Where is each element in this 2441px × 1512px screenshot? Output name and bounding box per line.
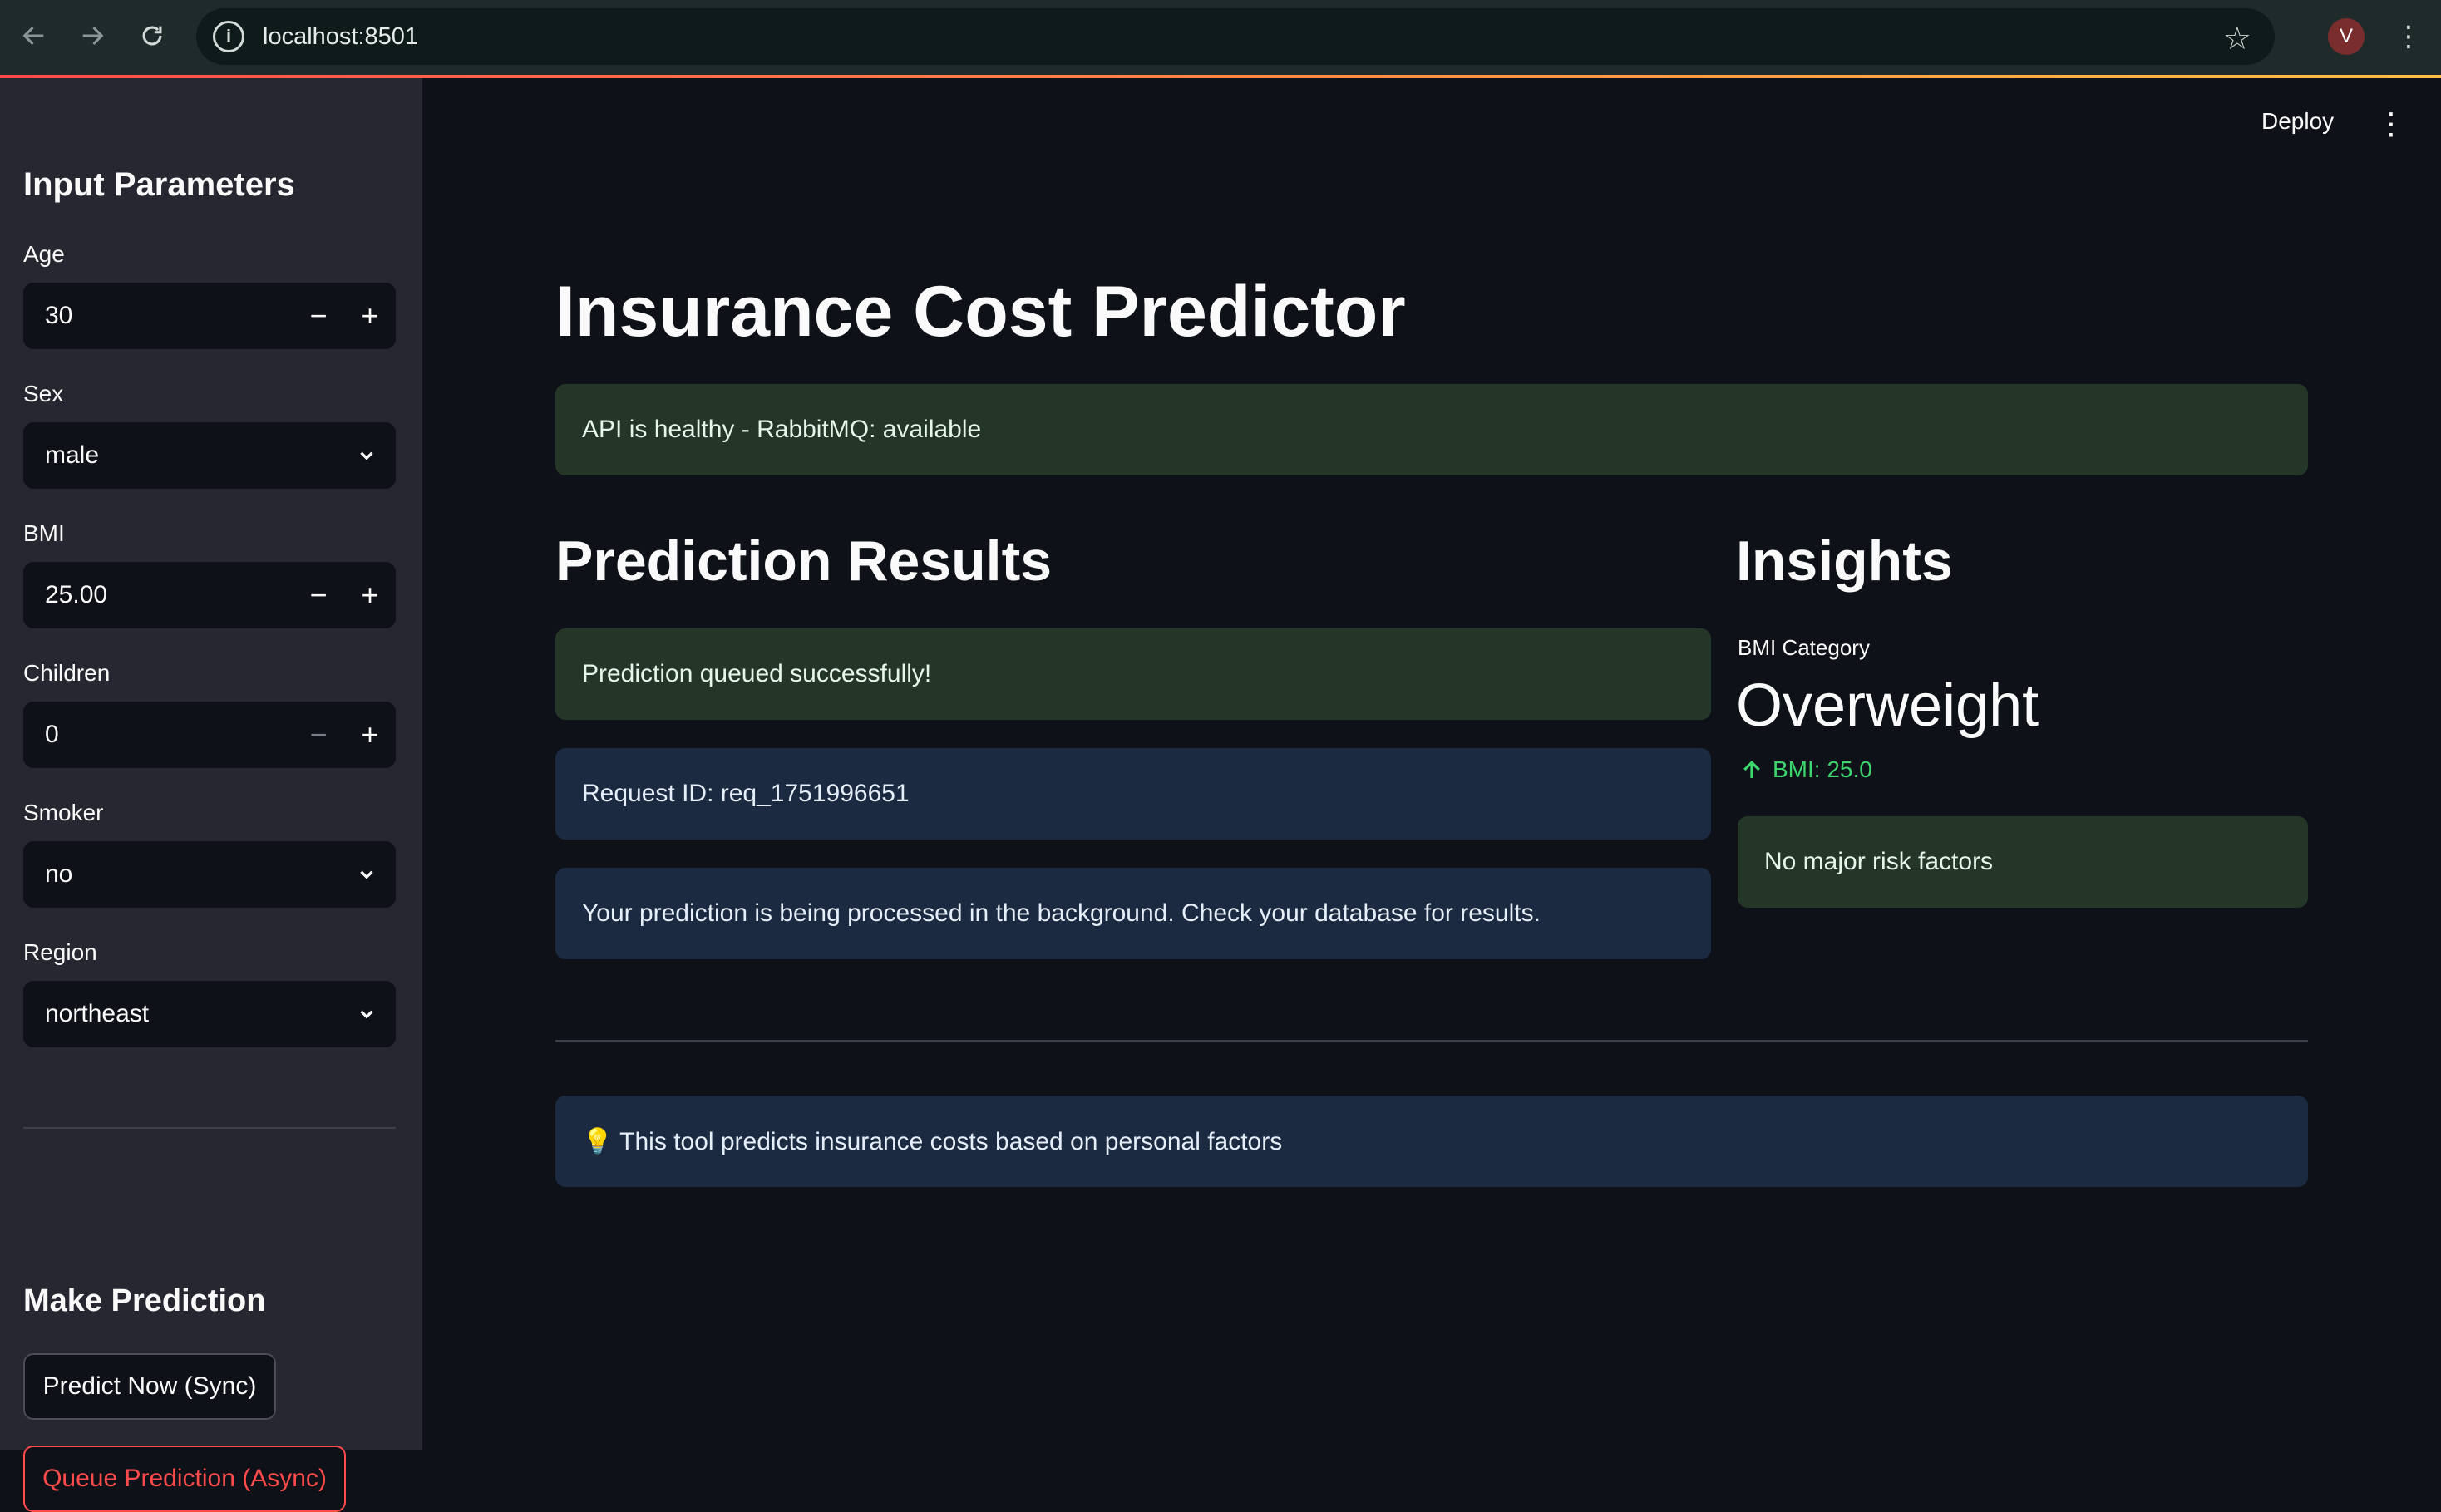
footer-info-alert: 💡 This tool predicts insurance costs bas… (555, 1096, 2308, 1187)
processing-info-text: Your prediction is being processed in th… (582, 899, 1541, 927)
health-status-text: API is healthy - RabbitMQ: available (582, 416, 982, 443)
bmi-number-input[interactable]: 25.00 − + (23, 562, 396, 628)
prediction-results-heading: Prediction Results (555, 529, 1053, 593)
bmi-category-value: Overweight (1736, 672, 2039, 739)
region-label: Region (23, 939, 97, 965)
browser-menu-icon[interactable]: ⋮ (2394, 17, 2423, 57)
region-select[interactable]: northeast (23, 981, 396, 1047)
bmi-label: BMI (23, 520, 65, 546)
make-prediction-title: Make Prediction (23, 1283, 266, 1318)
age-value[interactable]: 30 (45, 302, 293, 330)
region-value[interactable]: northeast (45, 1000, 338, 1028)
chevron-down-icon[interactable] (338, 445, 396, 466)
smoker-label: Smoker (23, 800, 104, 825)
queued-success-text: Prediction queued successfully! (582, 660, 932, 687)
children-number-input[interactable]: 0 − + (23, 702, 396, 768)
processing-info-alert: Your prediction is being processed in th… (555, 868, 1711, 959)
sex-value[interactable]: male (45, 441, 338, 470)
predict-sync-button[interactable]: Predict Now (Sync) (23, 1353, 276, 1420)
bmi-increment-button[interactable]: + (344, 562, 396, 628)
children-value[interactable]: 0 (45, 721, 293, 749)
children-label: Children (23, 660, 111, 686)
smoker-select[interactable]: no (23, 841, 396, 908)
reload-icon[interactable] (133, 17, 171, 55)
bmi-delta-text: BMI: 25.0 (1773, 756, 1872, 782)
address-bar[interactable]: i localhost:8501 ☆ (196, 8, 2275, 65)
forward-arrow-icon[interactable] (73, 17, 111, 55)
sex-select[interactable]: male (23, 422, 396, 489)
age-increment-button[interactable]: + (344, 283, 396, 349)
site-info-icon[interactable]: i (213, 21, 244, 52)
smoker-value[interactable]: no (45, 860, 338, 889)
bmi-category-label: BMI Category (1738, 635, 1870, 660)
url-text[interactable]: localhost:8501 (263, 23, 418, 51)
age-label: Age (23, 241, 65, 267)
sex-label: Sex (23, 381, 64, 406)
back-arrow-icon[interactable] (15, 17, 53, 55)
queue-async-button[interactable]: Queue Prediction (Async) (23, 1446, 346, 1512)
health-status-alert: API is healthy - RabbitMQ: available (555, 384, 2308, 475)
main-divider (555, 1040, 2308, 1042)
arrow-up-icon (1743, 760, 1760, 778)
chevron-down-icon[interactable] (338, 864, 396, 885)
risk-factors-text: No major risk factors (1764, 848, 1994, 875)
age-number-input[interactable]: 30 − + (23, 283, 396, 349)
sidebar-title: Input Parameters (23, 166, 295, 203)
request-id-alert: Request ID: req_1751996651 (555, 748, 1711, 840)
queued-success-alert: Prediction queued successfully! (555, 628, 1711, 720)
page-title: Insurance Cost Predictor (555, 272, 1406, 352)
bmi-delta: BMI: 25.0 (1739, 756, 1872, 783)
age-decrement-button[interactable]: − (293, 283, 344, 349)
star-icon[interactable]: ☆ (2223, 20, 2251, 57)
main-menu-icon[interactable]: ⋮ (2376, 103, 2406, 145)
deploy-button[interactable]: Deploy (2261, 108, 2334, 135)
bmi-value[interactable]: 25.00 (45, 581, 293, 609)
request-id-text: Request ID: req_1751996651 (582, 780, 910, 807)
risk-factors-alert: No major risk factors (1738, 816, 2308, 908)
footer-info-text: 💡 This tool predicts insurance costs bas… (582, 1127, 1283, 1155)
chevron-down-icon[interactable] (338, 1003, 396, 1025)
browser-toolbar: i localhost:8501 ☆ V ⋮ (0, 0, 2441, 76)
insights-heading: Insights (1736, 529, 1953, 593)
profile-avatar[interactable]: V (2328, 18, 2365, 55)
sidebar-divider (23, 1127, 396, 1129)
children-increment-button[interactable]: + (344, 702, 396, 768)
children-decrement-button[interactable]: − (293, 702, 344, 768)
bmi-decrement-button[interactable]: − (293, 562, 344, 628)
sidebar: Input Parameters Age 30 − + Sex male BMI… (0, 78, 422, 1512)
